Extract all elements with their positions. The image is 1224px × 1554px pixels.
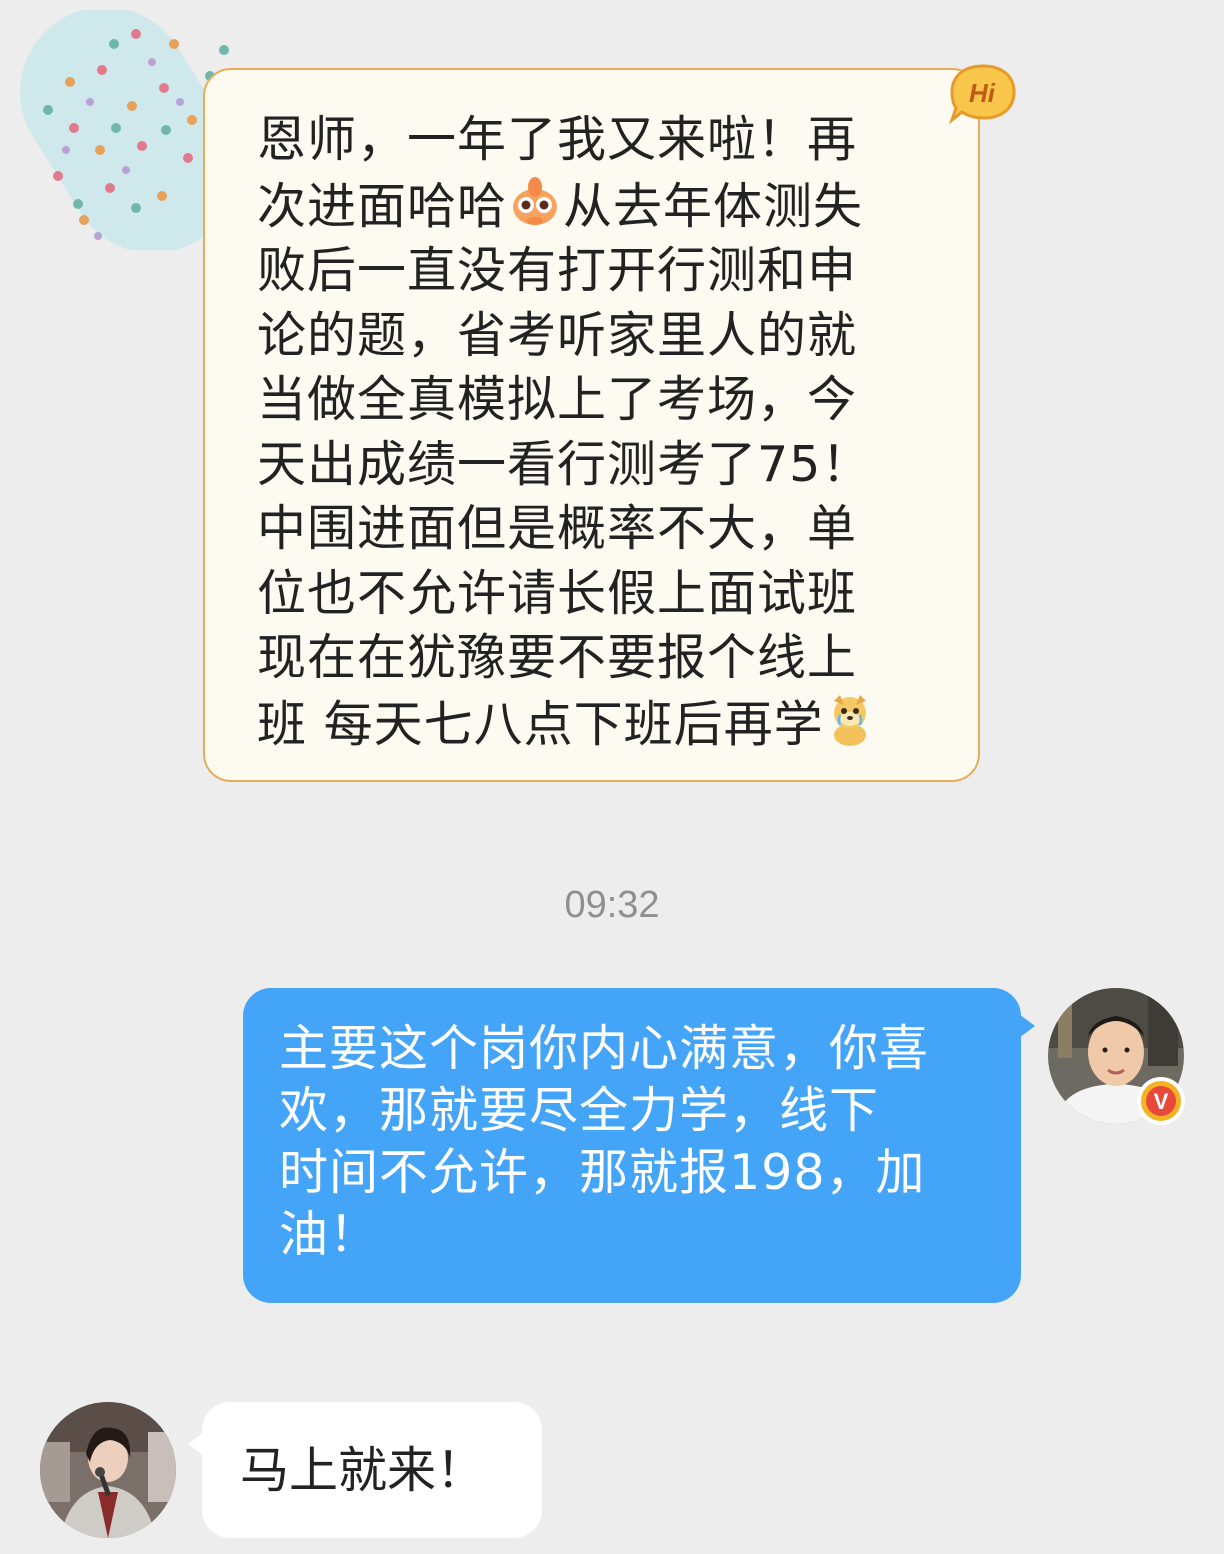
message-timestamp: 09:32 (564, 884, 660, 926)
chat-screen: 恩师，一年了我又来啦！再 次进面哈哈 从去年体测失 败后一直没有打开行测和申 论… (0, 0, 1224, 1554)
verified-v-badge-icon: V (1137, 1077, 1185, 1125)
incoming-reply-text: 马上就来！ (240, 1442, 486, 1499)
incoming-reply-bubble[interactable]: 马上就来！ (188, 1402, 542, 1538)
outgoing-message-bubble[interactable]: 主要这个岗你内心满意，你喜 欢，那就要尽全力学，线下 时间不允许，那就报198，… (243, 988, 1035, 1303)
peek-emoji-icon (513, 176, 558, 225)
hi-badge-text: Hi (969, 78, 996, 108)
crying-dog-emoji-icon (833, 694, 866, 746)
hi-greeting-badge-icon: Hi (948, 64, 1016, 125)
incoming-message-bubble[interactable]: 恩师，一年了我又来啦！再 次进面哈哈 从去年体测失 败后一直没有打开行测和申 论… (203, 68, 980, 782)
incoming-message-text: 恩师，一年了我又来啦！再 次进面哈哈 从去年体测失 败后一直没有打开行测和申 论… (257, 108, 937, 757)
outgoing-message-text: 主要这个岗你内心满意，你喜 欢，那就要尽全力学，线下 时间不允许，那就报198，… (279, 1020, 930, 1263)
sender-avatar[interactable] (40, 1402, 176, 1538)
verified-badge-text: V (1154, 1089, 1169, 1114)
